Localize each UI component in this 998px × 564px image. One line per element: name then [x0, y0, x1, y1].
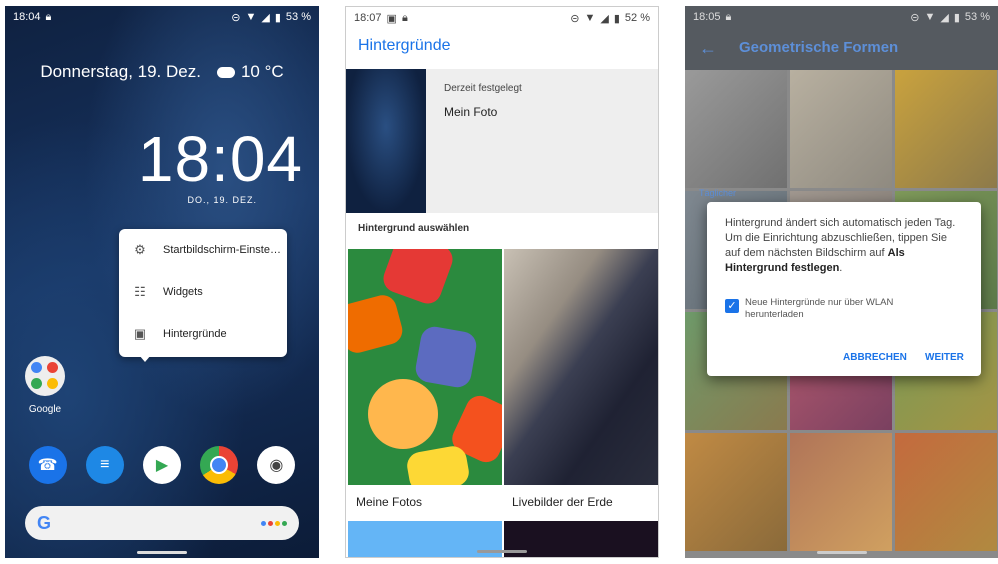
page-title: Hintergründe — [358, 37, 451, 54]
dnd-icon: ⊝ — [231, 11, 241, 24]
wallpaper-tile[interactable] — [790, 433, 892, 551]
menu-item-widgets[interactable]: ☷ Widgets — [119, 271, 287, 313]
dnd-icon: ⊝ — [570, 12, 580, 25]
app-dock: ☎ ≡ ▶ ◉ — [5, 446, 319, 484]
status-bar: 18:05 🔒︎ ⊝ ▼ ◢ ▮ 53 % — [685, 6, 998, 28]
menu-item-wallpapers[interactable]: ▣ Hintergründe — [119, 313, 287, 355]
lock-icon: 🔒︎ — [401, 11, 408, 24]
tile-live-earth[interactable]: Livebilder der Erde — [504, 249, 658, 519]
menu-pointer — [139, 355, 151, 362]
clock-widget[interactable]: 18:04 — [138, 122, 303, 196]
my-photos-preview — [348, 249, 502, 485]
signal-icon: ◢ — [940, 11, 949, 24]
status-time: 18:07 — [354, 12, 382, 24]
dnd-icon: ⊝ — [910, 11, 920, 24]
messages-icon[interactable]: ≡ — [85, 446, 124, 484]
menu-item-label: Startbildschirm-Einste… — [163, 244, 281, 256]
battery-icon: ▮ — [274, 11, 281, 24]
dialog-message: Hintergrund ändert sich automatisch jede… — [725, 217, 956, 274]
status-bar: 18:07 ▣ 🔒︎ ⊝ ▼ ◢ ▮ 52 % — [346, 7, 658, 29]
camera-icon[interactable]: ◉ — [257, 446, 296, 484]
tile-next-preview[interactable] — [504, 521, 658, 557]
wifi-icon: ▼ — [245, 11, 257, 23]
daily-wallpaper-dialog: Hintergrund ändert sich automatisch jede… — [707, 202, 981, 376]
home-indicator[interactable] — [816, 551, 867, 554]
chrome-icon[interactable] — [200, 446, 239, 484]
battery-percent: 52 % — [624, 12, 650, 24]
wifi-only-checkbox[interactable]: ✓ — [725, 299, 739, 313]
geometric-shapes-phone: 18:05 🔒︎ ⊝ ▼ ◢ ▮ 53 % ← Geometrische For… — [685, 6, 998, 558]
google-logo-icon: G — [37, 512, 52, 533]
home-indicator[interactable] — [137, 551, 187, 554]
tile-label: Meine Fotos — [356, 495, 423, 509]
menu-item-label: Hintergründe — [163, 328, 227, 340]
wifi-icon: ▼ — [924, 11, 936, 23]
lock-icon: 🔒︎ — [725, 10, 732, 23]
home-indicator[interactable] — [477, 550, 527, 553]
lock-icon: 🔒︎ — [45, 10, 52, 23]
battery-icon: ▮ — [613, 12, 620, 25]
gear-icon: ⚙ — [134, 242, 146, 257]
tile-my-photos[interactable]: Meine Fotos — [348, 249, 502, 519]
status-time: 18:05 — [693, 11, 721, 23]
date-weather-widget[interactable]: Donnerstag, 19. Dez. 10 °C — [5, 62, 319, 82]
clock-date: DO., 19. DEZ. — [187, 195, 257, 205]
folder-label: Google — [28, 404, 62, 415]
phone-icon[interactable]: ☎ — [28, 446, 67, 484]
status-time: 18:04 — [13, 11, 41, 23]
section-heading: Hintergrund auswählen — [358, 223, 470, 234]
wallpaper-tile[interactable] — [895, 433, 997, 551]
signal-icon: ◢ — [261, 11, 270, 24]
battery-percent: 53 % — [964, 11, 990, 23]
wallpapers-phone: 18:07 ▣ 🔒︎ ⊝ ▼ ◢ ▮ 52 % Hintergründe Der… — [345, 6, 659, 558]
checkbox-label: Neue Hintergründe nur über WLAN herunter… — [745, 297, 894, 320]
page-title: Geometrische Formen — [739, 39, 899, 56]
wallpaper-icon: ▣ — [133, 326, 147, 341]
google-folder-icon[interactable] — [25, 356, 65, 396]
battery-icon: ▮ — [953, 11, 960, 24]
live-earth-preview — [504, 249, 658, 485]
current-wallpaper-card[interactable]: Derzeit festgelegt Mein Foto — [346, 69, 658, 213]
daily-wallpaper-label: Täglicher — [699, 188, 737, 198]
image-notification-icon: ▣ — [386, 12, 397, 25]
home-screen-phone: 18:04 🔒︎ ⊝ ▼ ◢ ▮ 53 % Donnerstag, 19. De… — [5, 6, 319, 558]
current-wallpaper-thumbnail — [346, 69, 426, 213]
next-button[interactable]: WEITER — [925, 352, 964, 363]
wifi-icon: ▼ — [584, 12, 596, 24]
assistant-icon[interactable] — [261, 520, 287, 526]
google-search-bar[interactable]: G — [25, 506, 299, 540]
weather-temp: 10 °C — [240, 62, 284, 81]
current-label: Derzeit festgelegt — [444, 83, 522, 94]
wallpaper-tile[interactable] — [895, 70, 997, 188]
wallpaper-tile[interactable] — [790, 70, 892, 188]
status-bar: 18:04 🔒︎ ⊝ ▼ ◢ ▮ 53 % — [5, 6, 319, 28]
cloud-icon — [216, 67, 235, 79]
menu-item-home-settings[interactable]: ⚙ Startbildschirm-Einste… — [119, 229, 287, 271]
home-context-menu: ⚙ Startbildschirm-Einste… ☷ Widgets ▣ Hi… — [119, 229, 287, 357]
tile-label: Livebilder der Erde — [512, 495, 613, 509]
wallpaper-tile[interactable] — [685, 433, 787, 551]
cancel-button[interactable]: ABBRECHEN — [843, 352, 907, 363]
menu-item-label: Widgets — [163, 286, 203, 298]
back-arrow-icon[interactable]: ← — [699, 38, 717, 59]
battery-percent: 53 % — [285, 11, 311, 23]
widgets-icon: ☷ — [134, 284, 146, 299]
wallpaper-tile[interactable] — [685, 70, 787, 188]
current-value: Mein Foto — [444, 105, 498, 119]
play-store-icon[interactable]: ▶ — [142, 446, 181, 484]
signal-icon: ◢ — [600, 12, 609, 25]
date-line: Donnerstag, 19. Dez. — [40, 62, 201, 81]
